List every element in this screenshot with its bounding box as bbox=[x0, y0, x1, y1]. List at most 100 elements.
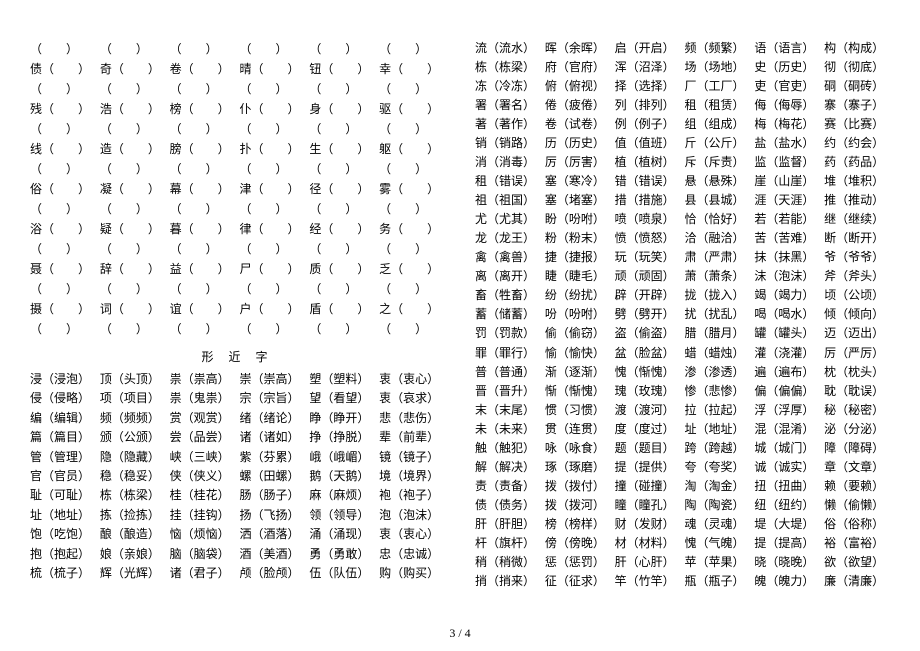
word-cell: 悬（悬殊） bbox=[685, 173, 751, 190]
word-cell: 租（错误） bbox=[475, 173, 541, 190]
word-cell: 捷（捷报） bbox=[545, 249, 611, 266]
word-cell: 颁（公颁） bbox=[100, 429, 166, 446]
word-cell: 纷（纷扰） bbox=[545, 287, 611, 304]
blank-sub: （ ） bbox=[30, 200, 96, 218]
blank-sub: （ ） bbox=[240, 160, 306, 178]
word-cell: 喷（喷泉） bbox=[615, 211, 681, 228]
word-cell: 愤（愤怒） bbox=[615, 230, 681, 247]
blank-sub: （ ） bbox=[170, 160, 236, 178]
word-cell: 浑（沼泽） bbox=[615, 59, 681, 76]
blank-cell: 残（ ） bbox=[30, 100, 96, 118]
word-cell: 伍（队伍） bbox=[309, 565, 375, 582]
word-cell: 螺（田螺） bbox=[240, 468, 306, 485]
word-cell: 杆（旗杆） bbox=[475, 535, 541, 552]
word-cell: 值（值班） bbox=[615, 135, 681, 152]
word-cell: 衷（哀求） bbox=[379, 390, 445, 407]
blank-sub: （ ） bbox=[240, 80, 306, 98]
blank-sub: （ ） bbox=[100, 320, 166, 338]
blank-sub: （ ） bbox=[240, 320, 306, 338]
word-cell: 尝（品尝） bbox=[170, 429, 236, 446]
word-cell: 肝（心肝） bbox=[615, 554, 681, 571]
word-cell: 愧（气魄） bbox=[685, 535, 751, 552]
word-cell: 肠（肠子） bbox=[240, 487, 306, 504]
blank-cell: 卷（ ） bbox=[170, 60, 236, 78]
word-cell: 峨（峨嵋） bbox=[309, 449, 375, 466]
word-cell: 渐（逐渐） bbox=[545, 364, 611, 381]
word-cell: 流（流水） bbox=[475, 40, 541, 57]
word-cell: 偷（偷窃） bbox=[545, 325, 611, 342]
word-cell: 悲（悲伤） bbox=[379, 410, 445, 427]
word-cell: 俗（俗称） bbox=[824, 516, 890, 533]
word-cell: 衷（衷心） bbox=[379, 371, 445, 388]
word-cell: 浸（浸泡） bbox=[30, 371, 96, 388]
blank-cell: 盾（ ） bbox=[309, 300, 375, 318]
word-cell: 晖（余晖） bbox=[545, 40, 611, 57]
word-cell: 瓶（瓶子） bbox=[685, 573, 751, 590]
word-cell: 望（看望） bbox=[309, 390, 375, 407]
word-cell: 陶（陶瓷） bbox=[685, 497, 751, 514]
word-cell: 推（推动） bbox=[824, 192, 890, 209]
word-cell: 鹅（天鹅） bbox=[309, 468, 375, 485]
word-cell: 渗（渗透） bbox=[685, 364, 751, 381]
word-cell: 辟（开辟） bbox=[615, 287, 681, 304]
word-cell: 频（频繁） bbox=[685, 40, 751, 57]
word-cell: 吩（吩咐） bbox=[545, 306, 611, 323]
word-cell: 销（销路） bbox=[475, 135, 541, 152]
word-cell: 购（购买） bbox=[379, 565, 445, 582]
word-cell: 崇（崇高） bbox=[240, 371, 306, 388]
word-cell: 末（末尾） bbox=[475, 402, 541, 419]
blank-cell: 扑（ ） bbox=[240, 140, 306, 158]
word-cell: 苦（苦难） bbox=[754, 230, 820, 247]
word-cell: 尤（尤其） bbox=[475, 211, 541, 228]
word-cell: 章（文章） bbox=[824, 459, 890, 476]
word-cell: 项（项目） bbox=[100, 390, 166, 407]
word-cell: 离（离开） bbox=[475, 268, 541, 285]
word-cell: 辉（光辉） bbox=[100, 565, 166, 582]
blank-sub: （ ） bbox=[309, 240, 375, 258]
blank-cell: 膀（ ） bbox=[170, 140, 236, 158]
word-cell: 瑰（玫瑰） bbox=[615, 383, 681, 400]
word-cell: 竿（竹竿） bbox=[615, 573, 681, 590]
word-cell: 惨（悲惨） bbox=[685, 383, 751, 400]
left-column: （ ）（ ）（ ）（ ）（ ）（ ）债（ ）奇（ ）卷（ ）晴（ ）钮（ ）幸（… bbox=[30, 40, 445, 590]
word-cell: 厉（严厉） bbox=[824, 345, 890, 362]
blank-cell: 驱（ ） bbox=[379, 100, 445, 118]
word-cell: 城（城门） bbox=[754, 440, 820, 457]
word-cell: 场（场地） bbox=[685, 59, 751, 76]
word-cell: 懒（偷懒） bbox=[824, 497, 890, 514]
word-cell: 恰（恰好） bbox=[685, 211, 751, 228]
blank-cell: 生（ ） bbox=[309, 140, 375, 158]
word-cell: 寨（寨子） bbox=[824, 97, 890, 114]
word-cell: 宗（宗旨） bbox=[240, 390, 306, 407]
blank-cell: 摄（ ） bbox=[30, 300, 96, 318]
word-cell: 若（若能） bbox=[754, 211, 820, 228]
blank-cell: （ ） bbox=[170, 40, 236, 58]
word-cell: 抹（抹黑） bbox=[754, 249, 820, 266]
blank-sub: （ ） bbox=[100, 120, 166, 138]
blank-sub: （ ） bbox=[379, 200, 445, 218]
word-cell: 冻（冷冻） bbox=[475, 78, 541, 95]
word-cell: 盆（脸盆） bbox=[615, 345, 681, 362]
word-cell: 衷（衷心） bbox=[379, 526, 445, 543]
word-cell: 罚（罚款） bbox=[475, 325, 541, 342]
word-cell: 廉（清廉） bbox=[824, 573, 890, 590]
word-cell: 稍（稍微） bbox=[475, 554, 541, 571]
word-cell: 塑（塑料） bbox=[309, 371, 375, 388]
word-cell: 硐（硐砖） bbox=[824, 78, 890, 95]
word-cell: 诸（君子） bbox=[170, 565, 236, 582]
word-cell: 征（征求） bbox=[545, 573, 611, 590]
word-cell: 倦（疲倦） bbox=[545, 97, 611, 114]
word-cell: 隐（隐藏） bbox=[100, 449, 166, 466]
blank-cell: 经（ ） bbox=[309, 220, 375, 238]
word-cell: 麻（麻烦） bbox=[309, 487, 375, 504]
blank-sub: （ ） bbox=[100, 200, 166, 218]
word-cell: 饱（吃饱） bbox=[30, 526, 96, 543]
word-cell: 咏（咏食） bbox=[545, 440, 611, 457]
word-cell: 顶（头顶） bbox=[100, 371, 166, 388]
word-cell: 继（继续） bbox=[824, 211, 890, 228]
word-cell: 晋（晋升） bbox=[475, 383, 541, 400]
word-cell: 构（构成） bbox=[824, 40, 890, 57]
blank-cell: 凝（ ） bbox=[100, 180, 166, 198]
word-cell: 渡（渡河） bbox=[615, 402, 681, 419]
word-cell: 厂（工厂） bbox=[685, 78, 751, 95]
